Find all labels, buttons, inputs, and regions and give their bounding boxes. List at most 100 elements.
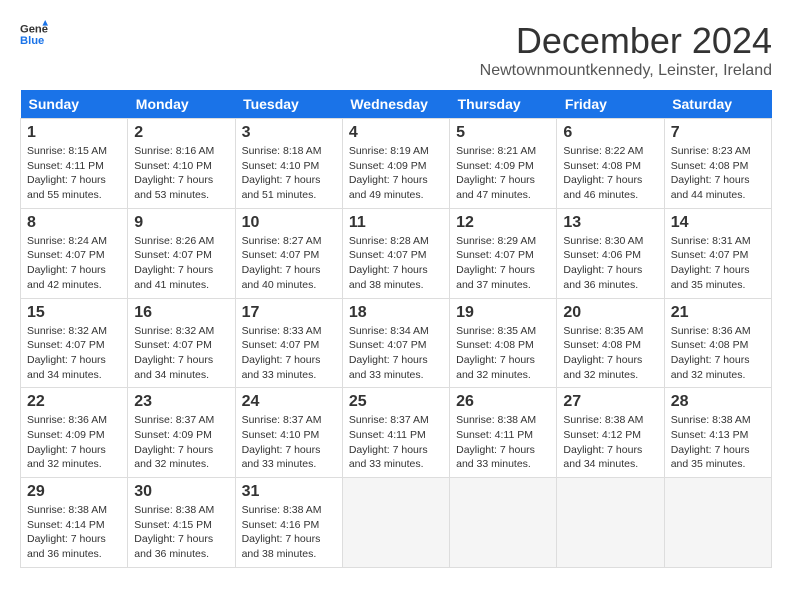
cell-content: Sunrise: 8:27 AMSunset: 4:07 PMDaylight:… (242, 235, 322, 291)
calendar-cell: 22 Sunrise: 8:36 AMSunset: 4:09 PMDayligh… (21, 388, 128, 478)
calendar-cell (664, 478, 771, 568)
day-number: 24 (242, 393, 336, 411)
cell-content: Sunrise: 8:34 AMSunset: 4:07 PMDaylight:… (349, 325, 429, 381)
title-section: December 2024 Newtownmountkennedy, Leins… (480, 20, 772, 80)
cell-content: Sunrise: 8:38 AMSunset: 4:14 PMDaylight:… (27, 504, 107, 560)
calendar-cell: 11 Sunrise: 8:28 AMSunset: 4:07 PMDayligh… (342, 208, 449, 298)
calendar-cell (450, 478, 557, 568)
cell-content: Sunrise: 8:24 AMSunset: 4:07 PMDaylight:… (27, 235, 107, 291)
cell-content: Sunrise: 8:21 AMSunset: 4:09 PMDaylight:… (456, 145, 536, 201)
calendar-cell: 2 Sunrise: 8:16 AMSunset: 4:10 PMDaylight… (128, 119, 235, 209)
cell-content: Sunrise: 8:18 AMSunset: 4:10 PMDaylight:… (242, 145, 322, 201)
calendar-cell: 23 Sunrise: 8:37 AMSunset: 4:09 PMDayligh… (128, 388, 235, 478)
calendar-cell: 14Sunrise: 8:31 AMSunset: 4:07 PMDayligh… (664, 208, 771, 298)
page-header: General Blue December 2024 Newtownmountk… (20, 20, 772, 80)
cell-content: Sunrise: 8:16 AMSunset: 4:10 PMDaylight:… (134, 145, 214, 201)
cell-content: Sunrise: 8:38 AMSunset: 4:15 PMDaylight:… (134, 504, 214, 560)
day-number: 18 (349, 304, 443, 322)
cell-content: Sunrise: 8:38 AMSunset: 4:12 PMDaylight:… (563, 414, 643, 470)
calendar-cell: 19Sunrise: 8:35 AMSunset: 4:08 PMDayligh… (450, 298, 557, 388)
day-number: 10 (242, 214, 336, 232)
day-number: 11 (349, 214, 443, 232)
cell-content: Sunrise: 8:32 AMSunset: 4:07 PMDaylight:… (134, 325, 214, 381)
cell-content: Sunrise: 8:15 AMSunset: 4:11 PMDaylight:… (27, 145, 107, 201)
calendar-cell: 20 Sunrise: 8:35 AMSunset: 4:08 PMDayligh… (557, 298, 664, 388)
day-number: 12 (456, 214, 550, 232)
day-number: 3 (242, 124, 336, 142)
weekday-header-friday: Friday (557, 90, 664, 119)
cell-content: Sunrise: 8:36 AMSunset: 4:08 PMDaylight:… (671, 325, 751, 381)
weekday-header-row: SundayMondayTuesdayWednesdayThursdayFrid… (21, 90, 772, 119)
cell-content: Sunrise: 8:37 AMSunset: 4:09 PMDaylight:… (134, 414, 214, 470)
calendar-cell: 29Sunrise: 8:38 AMSunset: 4:14 PMDayligh… (21, 478, 128, 568)
cell-content: Sunrise: 8:38 AMSunset: 4:13 PMDaylight:… (671, 414, 751, 470)
calendar-cell: 31Sunrise: 8:38 AMSunset: 4:16 PMDayligh… (235, 478, 342, 568)
calendar-cell: 17 Sunrise: 8:33 AMSunset: 4:07 PMDayligh… (235, 298, 342, 388)
calendar-cell: 4Sunrise: 8:19 AMSunset: 4:09 PMDaylight… (342, 119, 449, 209)
cell-content: Sunrise: 8:32 AMSunset: 4:07 PMDaylight:… (27, 325, 107, 381)
cell-content: Sunrise: 8:33 AMSunset: 4:07 PMDaylight:… (242, 325, 322, 381)
calendar-cell: 5Sunrise: 8:21 AMSunset: 4:09 PMDaylight… (450, 119, 557, 209)
calendar-cell: 12 Sunrise: 8:29 AMSunset: 4:07 PMDayligh… (450, 208, 557, 298)
calendar-cell: 6 Sunrise: 8:22 AMSunset: 4:08 PMDaylight… (557, 119, 664, 209)
day-number: 21 (671, 304, 765, 322)
cell-content: Sunrise: 8:22 AMSunset: 4:08 PMDaylight:… (563, 145, 643, 201)
cell-content: Sunrise: 8:23 AMSunset: 4:08 PMDaylight:… (671, 145, 751, 201)
cell-content: Sunrise: 8:38 AMSunset: 4:16 PMDaylight:… (242, 504, 322, 560)
day-number: 22 (27, 393, 121, 411)
day-number: 30 (134, 483, 228, 501)
day-number: 20 (563, 304, 657, 322)
day-number: 15 (27, 304, 121, 322)
calendar-table: SundayMondayTuesdayWednesdayThursdayFrid… (20, 90, 772, 568)
day-number: 28 (671, 393, 765, 411)
day-number: 9 (134, 214, 228, 232)
cell-content: Sunrise: 8:30 AMSunset: 4:06 PMDaylight:… (563, 235, 643, 291)
logo: General Blue (20, 20, 48, 48)
calendar-cell: 18 Sunrise: 8:34 AMSunset: 4:07 PMDayligh… (342, 298, 449, 388)
calendar-week-3: 15 Sunrise: 8:32 AMSunset: 4:07 PMDayligh… (21, 298, 772, 388)
day-number: 16 (134, 304, 228, 322)
weekday-header-monday: Monday (128, 90, 235, 119)
calendar-cell: 24 Sunrise: 8:37 AMSunset: 4:10 PMDayligh… (235, 388, 342, 478)
cell-content: Sunrise: 8:37 AMSunset: 4:11 PMDaylight:… (349, 414, 429, 470)
calendar-cell: 25Sunrise: 8:37 AMSunset: 4:11 PMDayligh… (342, 388, 449, 478)
day-number: 1 (27, 124, 121, 142)
day-number: 26 (456, 393, 550, 411)
calendar-cell: 15 Sunrise: 8:32 AMSunset: 4:07 PMDayligh… (21, 298, 128, 388)
day-number: 23 (134, 393, 228, 411)
day-number: 13 (563, 214, 657, 232)
weekday-header-tuesday: Tuesday (235, 90, 342, 119)
calendar-week-2: 8 Sunrise: 8:24 AMSunset: 4:07 PMDaylight… (21, 208, 772, 298)
calendar-cell: 8 Sunrise: 8:24 AMSunset: 4:07 PMDaylight… (21, 208, 128, 298)
svg-text:Blue: Blue (20, 35, 44, 47)
calendar-cell: 28 Sunrise: 8:38 AMSunset: 4:13 PMDayligh… (664, 388, 771, 478)
calendar-cell (342, 478, 449, 568)
calendar-cell: 9Sunrise: 8:26 AMSunset: 4:07 PMDaylight… (128, 208, 235, 298)
calendar-cell: 10 Sunrise: 8:27 AMSunset: 4:07 PMDayligh… (235, 208, 342, 298)
calendar-cell: 26Sunrise: 8:38 AMSunset: 4:11 PMDayligh… (450, 388, 557, 478)
calendar-week-1: 1 Sunrise: 8:15 AMSunset: 4:11 PMDaylight… (21, 119, 772, 209)
logo-icon: General Blue (20, 20, 48, 48)
weekday-header-saturday: Saturday (664, 90, 771, 119)
day-number: 4 (349, 124, 443, 142)
day-number: 19 (456, 304, 550, 322)
cell-content: Sunrise: 8:36 AMSunset: 4:09 PMDaylight:… (27, 414, 107, 470)
cell-content: Sunrise: 8:37 AMSunset: 4:10 PMDaylight:… (242, 414, 322, 470)
day-number: 6 (563, 124, 657, 142)
weekday-header-wednesday: Wednesday (342, 90, 449, 119)
day-number: 2 (134, 124, 228, 142)
calendar-cell: 16 Sunrise: 8:32 AMSunset: 4:07 PMDayligh… (128, 298, 235, 388)
calendar-cell: 3 Sunrise: 8:18 AMSunset: 4:10 PMDaylight… (235, 119, 342, 209)
cell-content: Sunrise: 8:28 AMSunset: 4:07 PMDaylight:… (349, 235, 429, 291)
calendar-week-5: 29Sunrise: 8:38 AMSunset: 4:14 PMDayligh… (21, 478, 772, 568)
day-number: 8 (27, 214, 121, 232)
day-number: 27 (563, 393, 657, 411)
cell-content: Sunrise: 8:29 AMSunset: 4:07 PMDaylight:… (456, 235, 536, 291)
calendar-title: December 2024 (480, 20, 772, 62)
day-number: 17 (242, 304, 336, 322)
cell-content: Sunrise: 8:31 AMSunset: 4:07 PMDaylight:… (671, 235, 751, 291)
calendar-subtitle: Newtownmountkennedy, Leinster, Ireland (480, 62, 772, 80)
cell-content: Sunrise: 8:35 AMSunset: 4:08 PMDaylight:… (563, 325, 643, 381)
calendar-cell: 27 Sunrise: 8:38 AMSunset: 4:12 PMDayligh… (557, 388, 664, 478)
calendar-week-4: 22 Sunrise: 8:36 AMSunset: 4:09 PMDayligh… (21, 388, 772, 478)
